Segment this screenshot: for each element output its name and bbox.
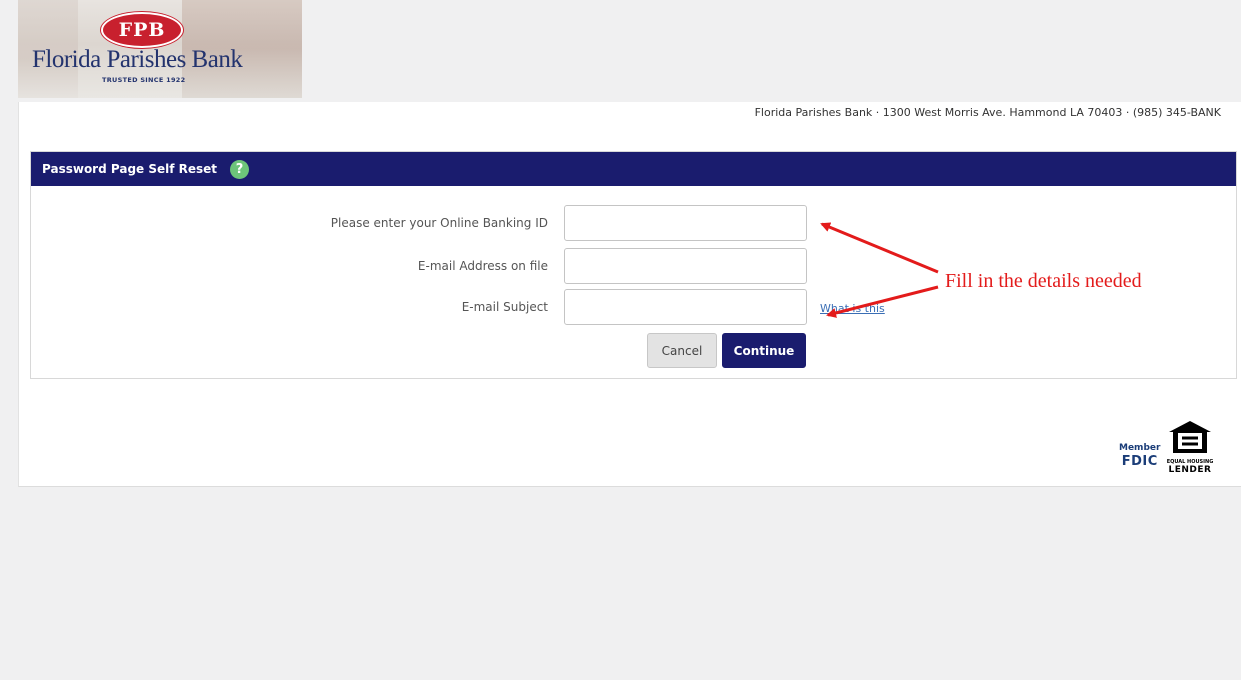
what-is-this-link[interactable]: What is this xyxy=(820,302,885,315)
cancel-button[interactable]: Cancel xyxy=(647,333,717,368)
equal-housing-house-icon xyxy=(1169,421,1211,453)
bank-address: Florida Parishes Bank · 1300 West Morris… xyxy=(754,106,1221,119)
ehl-line2: LENDER xyxy=(1168,465,1212,475)
banking-id-label: Please enter your Online Banking ID xyxy=(330,216,548,230)
banking-id-input[interactable] xyxy=(564,205,807,241)
logo-tagline: TRUSTED SINCE 1922 xyxy=(102,76,186,84)
fdic-member-badge: Member FDIC xyxy=(1119,443,1160,469)
form-header-bar: Password Page Self Reset ? xyxy=(31,152,1236,186)
fdic-member-text: Member xyxy=(1119,443,1161,453)
equal-housing-lender-badge: EQUAL HOUSING LENDER xyxy=(1166,420,1214,475)
main-panel: Florida Parishes Bank · 1300 West Morris… xyxy=(18,102,1241,487)
continue-button[interactable]: Continue xyxy=(722,333,806,368)
logo-bank-name: Florida Parishes Bank xyxy=(32,46,243,73)
bank-logo[interactable]: FPB Florida Parishes Bank TRUSTED SINCE … xyxy=(18,0,302,98)
form-title: Password Page Self Reset xyxy=(42,162,218,176)
help-icon[interactable]: ? xyxy=(230,160,249,179)
logo-fpb-oval: FPB xyxy=(101,12,183,48)
email-subject-label: E-mail Subject xyxy=(461,300,548,314)
email-address-input[interactable] xyxy=(564,248,807,284)
annotation-text: Fill in the details needed xyxy=(945,270,1142,292)
password-reset-form: Password Page Self Reset ? Please enter … xyxy=(30,151,1237,379)
email-subject-input[interactable] xyxy=(564,289,807,325)
fdic-text: FDIC xyxy=(1121,454,1158,469)
email-address-label: E-mail Address on file xyxy=(417,259,548,273)
